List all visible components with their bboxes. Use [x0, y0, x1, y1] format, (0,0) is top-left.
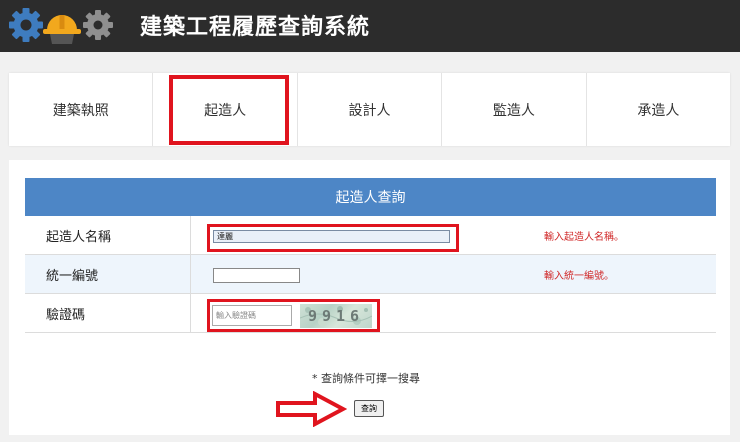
owner-name-hint: 輸入起造人名稱。 [544, 231, 624, 243]
form-title: 起造人查詢 [25, 178, 716, 216]
tab-contractor[interactable]: 承造人 [587, 73, 730, 146]
captcha-label: 驗證碼 [46, 307, 86, 323]
tab-owner[interactable]: 起造人 [153, 73, 298, 146]
captcha-text: 9916 [307, 307, 365, 325]
row-divider [190, 294, 191, 332]
tax-id-input[interactable] [213, 268, 300, 283]
owner-name-label: 起造人名稱 [46, 229, 112, 245]
owner-name-input[interactable] [213, 230, 450, 243]
category-tabs: 建築執照 起造人 設計人 監造人 承造人 [9, 73, 730, 146]
tab-supervisor[interactable]: 監造人 [442, 73, 587, 146]
hard-hat-icon [43, 15, 81, 44]
app-title: 建築工程履歷查詢系統 [140, 15, 371, 40]
tab-designer[interactable]: 設計人 [298, 73, 443, 146]
tax-id-label: 統一編號 [46, 268, 99, 284]
gear-icon [83, 10, 113, 40]
captcha-input[interactable] [212, 305, 292, 326]
gear-icon [9, 8, 43, 42]
tax-id-row: 統一編號 輸入統一編號。 [25, 255, 716, 294]
captcha-image: 9916 [300, 304, 372, 328]
app-header: 建築工程履歷查詢系統 [0, 0, 740, 52]
tab-building-permit[interactable]: 建築執照 [9, 73, 154, 146]
row-divider [190, 255, 191, 293]
submit-button[interactable]: 查詢 [354, 400, 384, 417]
row-divider [190, 216, 191, 254]
logo [9, 8, 113, 44]
arrow-right-icon [276, 391, 347, 427]
search-note: * 查詢條件可擇一搜尋 [312, 372, 420, 385]
tax-id-hint: 輸入統一編號。 [544, 270, 614, 282]
